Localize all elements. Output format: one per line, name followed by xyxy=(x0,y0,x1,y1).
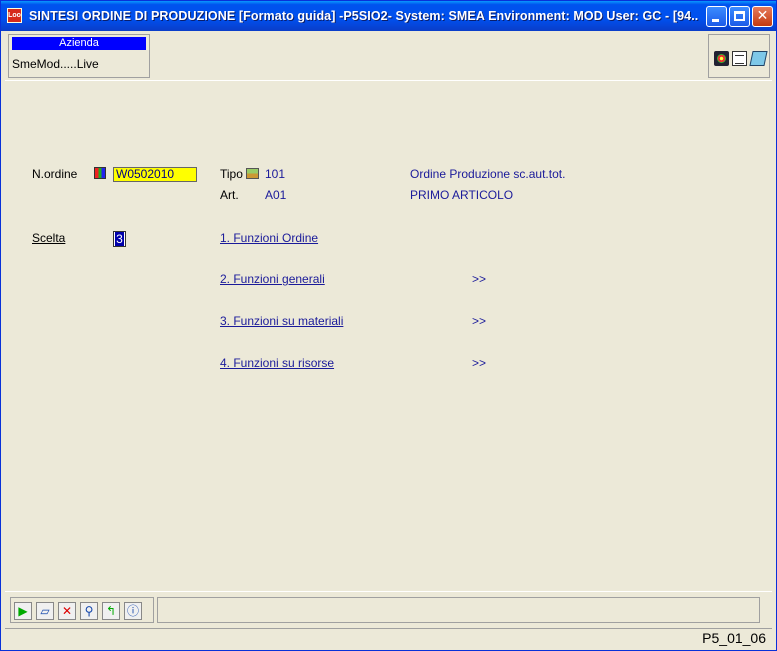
maximize-button[interactable] xyxy=(729,6,750,27)
art-label: Art. xyxy=(220,188,239,202)
run-icon[interactable]: ▶ xyxy=(14,602,32,620)
title-bar[interactable]: Loo SINTESI ORDINE DI PRODUZIONE [Format… xyxy=(1,1,776,31)
tipo-icon[interactable] xyxy=(246,168,259,179)
monitor-icon[interactable] xyxy=(714,51,729,66)
order-label: N.ordine xyxy=(32,167,78,181)
status-bar: P5_01_06 xyxy=(5,628,772,649)
scelta-input[interactable]: 3 xyxy=(113,231,126,247)
menu-item-funzioni-generali[interactable]: 2. Funzioni generali xyxy=(220,272,325,286)
minimize-icon xyxy=(712,19,719,22)
azienda-panel: Azienda SmeMod.....Live xyxy=(8,34,150,78)
tipo-description: Ordine Produzione sc.aut.tot. xyxy=(410,167,566,181)
order-number-input[interactable]: W0502010 xyxy=(113,167,197,182)
tipo-label: Tipo xyxy=(220,167,243,181)
art-description: PRIMO ARTICOLO xyxy=(410,188,514,202)
application-window: Loo SINTESI ORDINE DI PRODUZIONE [Format… xyxy=(0,0,777,651)
scelta-label: Scelta xyxy=(32,231,66,245)
tools-panel xyxy=(708,34,770,78)
search-icon[interactable]: ⚲ xyxy=(80,602,98,620)
azienda-label: Azienda xyxy=(12,37,146,50)
order-lookup-icon[interactable] xyxy=(94,167,106,179)
art-value: A01 xyxy=(265,188,287,202)
close-icon: ✕ xyxy=(756,8,769,24)
window-title: SINTESI ORDINE DI PRODUZIONE [Formato gu… xyxy=(29,9,699,23)
main-panel: N.ordine W0502010 Tipo 101 Ordine Produz… xyxy=(5,81,772,591)
document-icon[interactable] xyxy=(732,51,747,66)
header-area: Azienda SmeMod.....Live xyxy=(5,31,772,81)
close-button[interactable]: ✕ xyxy=(752,6,773,27)
menu-item-funzioni-materiali[interactable]: 3. Funzioni su materiali xyxy=(220,314,343,328)
maximize-icon xyxy=(734,11,745,21)
app-icon[interactable]: Loo xyxy=(7,8,22,23)
azienda-value: SmeMod.....Live xyxy=(12,57,99,71)
delete-icon[interactable]: ✕ xyxy=(58,602,76,620)
toolbar-buttons: ▶ ▱ ✕ ⚲ ↰ ⓘ xyxy=(10,597,154,623)
submenu-arrow[interactable]: >> xyxy=(472,272,486,286)
message-area xyxy=(157,597,760,623)
submenu-arrow[interactable]: >> xyxy=(472,314,486,328)
tipo-value: 101 xyxy=(265,167,286,181)
eraser-icon[interactable]: ▱ xyxy=(36,602,54,620)
info-icon[interactable]: ⓘ xyxy=(124,602,142,620)
status-code: P5_01_06 xyxy=(702,630,766,646)
book-icon[interactable] xyxy=(749,51,768,66)
menu-item-funzioni-ordine[interactable]: 1. Funzioni Ordine xyxy=(220,231,318,245)
scelta-value: 3 xyxy=(115,232,124,246)
menu-item-funzioni-risorse[interactable]: 4. Funzioni su risorse xyxy=(220,356,334,370)
back-icon[interactable]: ↰ xyxy=(102,602,120,620)
minimize-button[interactable] xyxy=(706,6,727,27)
submenu-arrow[interactable]: >> xyxy=(472,356,486,370)
command-bar: ▶ ▱ ✕ ⚲ ↰ ⓘ xyxy=(5,591,772,629)
